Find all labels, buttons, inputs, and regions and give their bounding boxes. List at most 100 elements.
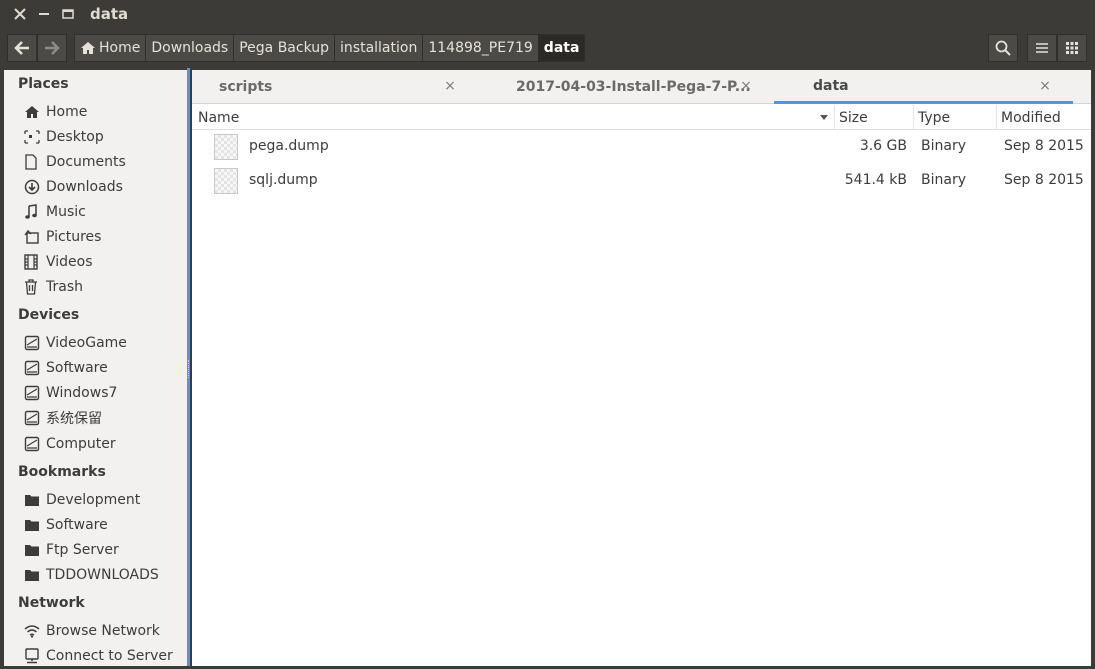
sidebar-item-videogame[interactable]: VideoGame [24,332,184,354]
column-header-row: Name Size Type Modified [192,105,1091,130]
video-icon [24,254,38,270]
music-icon [25,204,37,219]
tab-label: scripts [219,79,273,95]
title-bar: data [0,0,1095,28]
sidebar-item-label: Windows7 [46,385,118,401]
sidebar-item-pictures[interactable]: Pictures [24,226,184,248]
sidebar-item-label: Ftp Server [46,542,119,558]
drive-icon [24,335,40,351]
sidebar-item-label: 系统保留 [46,411,102,427]
column-header-label: Size [839,109,868,126]
main-pane: scripts × 2017-04-03-Install-Pega-7-P...… [192,70,1091,666]
breadcrumb-114898-pe719[interactable]: 114898_PE719 [423,34,539,62]
sidebar-item-windows7[interactable]: Windows7 [24,382,184,404]
sidebar-item-trash[interactable]: Trash [24,276,184,298]
sidebar-item-music[interactable]: Music [24,201,184,223]
column-header-label: Modified [1001,109,1061,126]
search-icon [995,40,1011,56]
folder-icon [25,570,39,581]
back-button[interactable] [7,34,37,62]
sidebar-heading-network: Network [18,595,85,611]
close-window-button[interactable] [10,4,30,24]
sidebar-item-label: Development [46,492,141,508]
home-icon [81,42,95,54]
sidebar-item-label: Desktop [46,129,104,145]
wifi-icon [24,625,40,638]
sidebar-item-downloads[interactable]: Downloads [24,176,184,198]
grid-view-button[interactable] [1057,34,1087,62]
list-view-icon [1036,43,1048,53]
file-type: Binary [921,172,966,188]
sidebar-item-software-device[interactable]: Software [24,357,184,379]
file-row-pega-dump[interactable]: pega.dump 3.6 GB Binary Sep 8 2015 [192,130,1091,164]
search-button[interactable] [988,34,1018,62]
breadcrumb-pega-backup[interactable]: Pega Backup [234,34,336,62]
sidebar-item-computer[interactable]: Computer [24,433,184,455]
breadcrumb: Home Downloads Pega Backup installation … [74,34,586,62]
sidebar-item-connect-to-server[interactable]: Connect to Server [24,645,184,666]
file-row-sqlj-dump[interactable]: sqlj.dump 541.4 kB Binary Sep 8 2015 [192,164,1091,198]
folder-icon [25,545,39,556]
sidebar: Places Home Desktop Documents Downloads … [4,70,188,666]
forward-button[interactable] [37,34,67,62]
breadcrumb-label: Downloads [151,40,229,56]
tab-scripts[interactable]: scripts × [192,70,477,104]
sidebar-item-browse-network[interactable]: Browse Network [24,620,184,642]
breadcrumb-data[interactable]: data [538,34,586,62]
tab-close-button[interactable]: × [1037,78,1053,94]
sidebar-item-tddownloads[interactable]: TDDOWNLOADS [24,564,184,586]
document-icon [25,154,37,170]
sidebar-item-label: Home [46,104,88,120]
binary-file-icon [214,168,238,194]
sidebar-item-label: VideoGame [46,335,127,351]
sidebar-item-label: Browse Network [46,623,160,639]
sidebar-item-label: Music [46,204,86,220]
sidebar-item-documents[interactable]: Documents [24,151,184,173]
sidebar-item-home[interactable]: Home [24,101,184,123]
close-icon [14,8,26,20]
drive-icon [24,436,40,452]
drive-icon [24,360,40,376]
breadcrumb-downloads[interactable]: Downloads [146,34,235,62]
tab-label: data [813,77,849,94]
splitter-grip[interactable] [188,360,190,378]
breadcrumb-label: Home [99,40,141,56]
column-header-type[interactable]: Type [913,105,996,130]
breadcrumb-label: Pega Backup [239,40,330,56]
column-header-size[interactable]: Size [834,105,913,130]
sidebar-item-label: Software [46,517,108,533]
file-size: 3.6 GB [859,138,907,154]
maximize-icon [62,9,74,19]
maximize-window-button[interactable] [58,4,78,24]
sidebar-item-desktop[interactable]: Desktop [24,126,184,148]
sidebar-item-ftp-server[interactable]: Ftp Server [24,539,184,561]
tab-close-button[interactable]: × [442,78,458,94]
tab-install-pega[interactable]: 2017-04-03-Install-Pega-7-P... × [478,70,772,104]
list-view-button[interactable] [1027,34,1057,62]
sidebar-item-label: Trash [46,279,83,295]
column-header-modified[interactable]: Modified [996,105,1091,130]
tab-close-button[interactable]: × [738,78,754,94]
breadcrumb-installation[interactable]: installation [335,34,424,62]
column-header-label: Name [198,109,240,126]
breadcrumb-home[interactable]: Home [74,34,147,62]
column-header-name[interactable]: Name [192,105,834,130]
minimize-window-button[interactable] [34,4,54,24]
file-size: 541.4 kB [844,172,907,188]
folder-icon [25,520,39,531]
file-modified: Sep 8 2015 [1004,138,1084,154]
sidebar-item-label: Videos [46,254,93,270]
sidebar-item-development[interactable]: Development [24,489,184,511]
sidebar-item-videos[interactable]: Videos [24,251,184,273]
tab-data[interactable]: data × [774,70,1073,104]
sidebar-heading-devices: Devices [18,307,80,323]
sidebar-item-label: Pictures [46,229,102,245]
sidebar-item-system-reserved[interactable]: 系统保留 [24,407,184,429]
desktop-icon [24,130,40,144]
download-icon [24,179,40,195]
tab-label: 2017-04-03-Install-Pega-7-P... [516,79,751,95]
server-icon [25,648,39,664]
breadcrumb-label: 114898_PE719 [428,40,533,56]
sidebar-item-software-bookmark[interactable]: Software [24,514,184,536]
folder-icon [25,495,39,506]
